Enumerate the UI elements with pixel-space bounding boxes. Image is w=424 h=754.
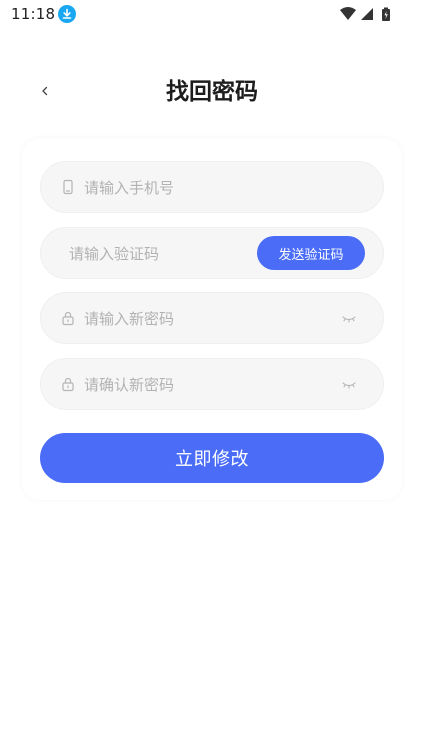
code-placeholder: 请输入验证码 (69, 245, 160, 263)
confirm-password-field[interactable]: 请确认新密码 (40, 358, 384, 410)
phone-field[interactable]: 请输入手机号 (40, 161, 384, 213)
phone-placeholder: 请输入手机号 (84, 179, 175, 197)
battery-icon (382, 7, 390, 21)
status-time: 11:18 (11, 5, 56, 23)
lock-icon (60, 310, 76, 326)
signal-icon (361, 8, 373, 20)
page-title: 找回密码 (166, 79, 258, 105)
submit-button[interactable]: 立即修改 (40, 433, 384, 483)
confirm-password-placeholder: 请确认新密码 (84, 376, 175, 394)
eye-closed-icon[interactable] (341, 377, 357, 391)
eye-closed-icon[interactable] (341, 311, 357, 325)
status-icons (339, 5, 399, 23)
wifi-icon (340, 7, 356, 20)
download-icon (58, 5, 76, 23)
new-password-field[interactable]: 请输入新密码 (40, 292, 384, 344)
new-password-placeholder: 请输入新密码 (84, 310, 175, 328)
status-bar: 11:18 (0, 0, 424, 30)
verification-code-field[interactable]: 请输入验证码 发送验证码 (40, 227, 384, 279)
lock-icon (60, 376, 76, 392)
phone-icon (60, 179, 76, 195)
send-code-button[interactable]: 发送验证码 (257, 236, 365, 270)
